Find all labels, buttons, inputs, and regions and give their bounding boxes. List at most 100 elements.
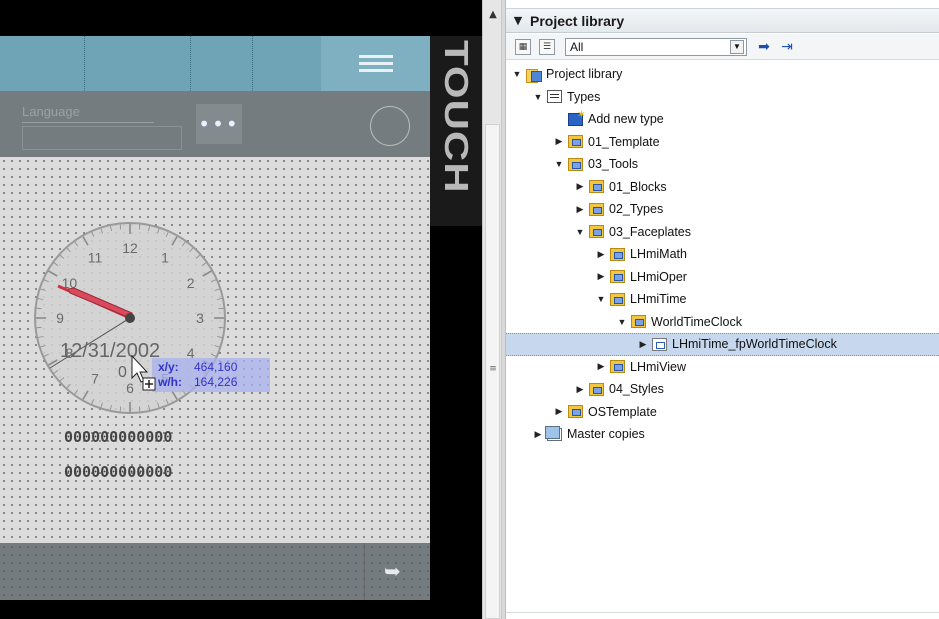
touch-panel-strip: TOUCH bbox=[430, 36, 482, 226]
tree-item[interactable]: ▶ LHmiOper bbox=[506, 266, 939, 289]
grid-divider bbox=[84, 36, 85, 91]
tree-item-label: 02_Types bbox=[609, 202, 664, 217]
tree-item[interactable]: ▶ 01_Template bbox=[506, 131, 939, 154]
type-folder-icon bbox=[568, 405, 583, 419]
tree-item[interactable]: ▼ Project library bbox=[506, 63, 939, 86]
tree-item[interactable]: ▶ LHmiMath bbox=[506, 243, 939, 266]
language-field[interactable] bbox=[22, 126, 182, 150]
io-field-counter[interactable]: 000000000000 bbox=[64, 428, 172, 446]
scroll-up-icon[interactable]: ▲ bbox=[486, 8, 500, 22]
tree-item[interactable]: ▶ LHmiTime_fpWorldTimeClock bbox=[506, 333, 939, 356]
expand-arrow-icon[interactable]: ▶ bbox=[638, 339, 648, 350]
faceplate-icon bbox=[652, 337, 667, 351]
type-folder-icon bbox=[568, 157, 583, 171]
grid-divider bbox=[190, 36, 191, 91]
clock-tick bbox=[218, 326, 224, 329]
expand-arrow-icon[interactable]: ▶ bbox=[533, 429, 543, 440]
type-folder-icon bbox=[589, 202, 604, 216]
clock-time: 0 bbox=[118, 364, 127, 381]
tree-item[interactable]: ▶ LHmiView bbox=[506, 356, 939, 379]
clock-number: 3 bbox=[196, 310, 204, 326]
expand-arrow-icon[interactable]: ▶ bbox=[575, 181, 585, 192]
tree-item-label: Add new type bbox=[588, 112, 664, 127]
tree-item[interactable]: ▶ 02_Types bbox=[506, 198, 939, 221]
tree-item-label: LHmiView bbox=[630, 359, 687, 374]
touch-label: TOUCH bbox=[437, 40, 476, 194]
clock-tick bbox=[218, 307, 224, 310]
language-underline bbox=[22, 122, 154, 123]
tree-item-label: 03_Faceplates bbox=[609, 224, 692, 239]
clock-tick bbox=[138, 224, 141, 230]
tree-item-label: 03_Tools bbox=[588, 157, 639, 172]
export-arrow-icon[interactable]: ➡ bbox=[755, 39, 773, 55]
footer-divider bbox=[364, 543, 365, 600]
tree-item[interactable]: ▶ OSTemplate bbox=[506, 401, 939, 424]
editor-scrollbar[interactable]: ▲ ≡ bbox=[482, 0, 502, 619]
expand-arrow-icon[interactable]: ▶ bbox=[554, 136, 564, 147]
tree-item-label: LHmiTime_fpWorldTimeClock bbox=[672, 337, 837, 352]
filter-value: All bbox=[570, 40, 584, 54]
project-library-panel: ▼ Project library ▦ ☰ All ▼ ➡ ⇥ ▼ Project… bbox=[506, 0, 939, 619]
import-arrow-icon[interactable]: ⇥ bbox=[778, 39, 796, 55]
list-view-icon[interactable]: ☰ bbox=[539, 39, 555, 55]
back-arrow-icon[interactable]: ➥ bbox=[384, 561, 408, 581]
dropdown-arrow-icon[interactable]: ▼ bbox=[730, 40, 744, 54]
tree-item-label: WorldTimeClock bbox=[651, 314, 742, 329]
library-header[interactable]: ▼ Project library bbox=[506, 8, 939, 33]
tree-item[interactable]: ▶ 04_Styles bbox=[506, 378, 939, 401]
collapse-chevron-icon[interactable]: ▼ bbox=[506, 14, 530, 27]
tree-item-label: 04_Styles bbox=[609, 382, 664, 397]
clock-number: 9 bbox=[56, 310, 64, 326]
type-folder-icon bbox=[568, 135, 583, 149]
tree-item[interactable]: Add new type bbox=[506, 108, 939, 131]
grid-divider bbox=[252, 36, 253, 91]
tree-item[interactable]: ▼ Types bbox=[506, 86, 939, 109]
coordinate-tooltip: x/y: 464,160 w/h: 164,226 bbox=[152, 358, 270, 392]
collapse-arrow-icon[interactable]: ▼ bbox=[596, 294, 606, 304]
io-field-counter[interactable]: 000000000000 bbox=[64, 463, 172, 481]
hamburger-icon bbox=[358, 54, 393, 73]
type-folder-icon bbox=[610, 247, 625, 261]
tree-item[interactable]: ▼ 03_Tools bbox=[506, 153, 939, 176]
tree-item[interactable]: ▼ 03_Faceplates bbox=[506, 221, 939, 244]
library-view-icon[interactable]: ▦ bbox=[515, 39, 531, 55]
expand-arrow-icon[interactable]: ▶ bbox=[575, 384, 585, 395]
master-copies-icon bbox=[545, 425, 562, 441]
expand-arrow-icon[interactable]: ▶ bbox=[596, 271, 606, 282]
menu-button[interactable] bbox=[321, 36, 430, 91]
tree-item[interactable]: ▼ WorldTimeClock bbox=[506, 311, 939, 334]
hmi-footer-bar bbox=[0, 543, 430, 600]
expand-arrow-icon[interactable]: ▶ bbox=[554, 406, 564, 417]
circle-button[interactable] bbox=[370, 106, 410, 146]
tree-item[interactable]: ▶ 01_Blocks bbox=[506, 176, 939, 199]
expand-arrow-icon[interactable]: ▶ bbox=[575, 204, 585, 215]
collapse-arrow-icon[interactable]: ▼ bbox=[554, 159, 564, 169]
expand-arrow-icon[interactable]: ▶ bbox=[596, 361, 606, 372]
collapse-arrow-icon[interactable]: ▼ bbox=[575, 227, 585, 237]
hmi-screen-editor[interactable]: Language ••• TOUCH 121234567891011 12/31… bbox=[0, 0, 482, 619]
grip-icon[interactable]: ≡ bbox=[487, 365, 499, 374]
xy-label: x/y: bbox=[158, 360, 179, 374]
panel-bottom-border bbox=[506, 612, 939, 613]
collapse-arrow-icon[interactable]: ▼ bbox=[533, 92, 543, 102]
more-button[interactable]: ••• bbox=[196, 104, 242, 144]
drag-copy-cursor-icon bbox=[131, 354, 156, 391]
expand-arrow-icon[interactable]: ▶ bbox=[596, 249, 606, 260]
collapse-arrow-icon[interactable]: ▼ bbox=[617, 317, 627, 327]
hmi-header-bar bbox=[0, 36, 430, 91]
wh-value: 164,226 bbox=[194, 375, 238, 389]
tree-item[interactable]: ▼ LHmiTime bbox=[506, 288, 939, 311]
clock-hub bbox=[125, 313, 135, 323]
type-folder-icon bbox=[610, 360, 625, 374]
type-folder-icon bbox=[631, 315, 646, 329]
collapse-arrow-icon[interactable]: ▼ bbox=[512, 69, 522, 79]
add-type-icon bbox=[568, 108, 586, 126]
type-folder-icon bbox=[589, 225, 604, 239]
clock-number: 12 bbox=[122, 240, 138, 256]
tree-item-label: LHmiTime bbox=[630, 292, 687, 307]
library-title: Project library bbox=[530, 12, 625, 29]
library-icon bbox=[526, 68, 542, 83]
tree-item-label: OSTemplate bbox=[588, 404, 657, 419]
tree-item[interactable]: ▶ Master copies bbox=[506, 423, 939, 446]
filter-select[interactable]: All ▼ bbox=[565, 38, 747, 56]
